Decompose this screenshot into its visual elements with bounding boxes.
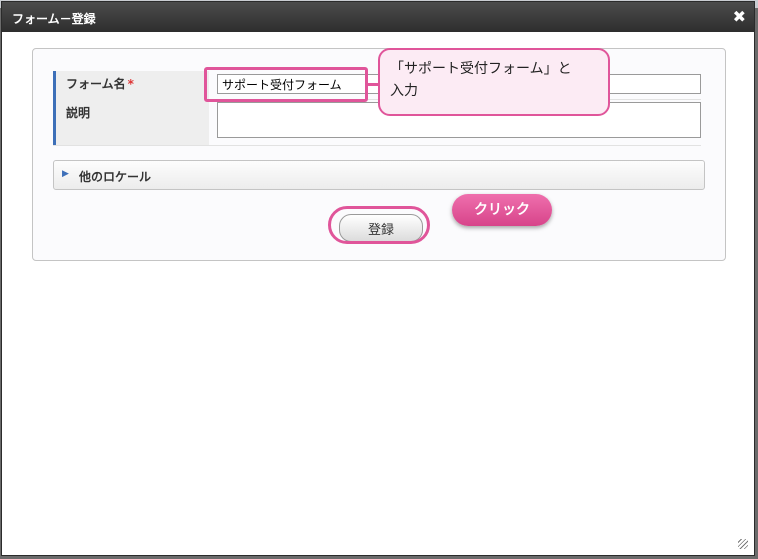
dialog-titlebar[interactable]: フォーム－登録 ✖: [2, 2, 754, 32]
click-callout: クリック: [452, 194, 552, 226]
dialog-title: フォーム－登録: [12, 12, 96, 26]
resize-grip-icon[interactable]: [738, 539, 748, 549]
other-locale-toggle[interactable]: ▶ 他のロケール: [53, 160, 705, 190]
expand-arrow-icon: ▶: [62, 169, 69, 179]
callout-line-1: 「サポート受付フォーム」と: [390, 61, 572, 77]
other-locale-label: 他のロケール: [79, 170, 152, 184]
description-label: 説明: [53, 99, 209, 145]
input-instruction-callout: 「サポート受付フォーム」と 入力: [378, 48, 610, 116]
callout-line-2: 入力: [390, 83, 418, 99]
close-icon[interactable]: ✖: [733, 7, 746, 26]
register-button[interactable]: 登録: [339, 214, 423, 242]
required-mark: *: [127, 77, 134, 91]
form-name-label: フォーム名 *: [53, 71, 209, 99]
form-name-label-text: フォーム名: [66, 77, 126, 91]
